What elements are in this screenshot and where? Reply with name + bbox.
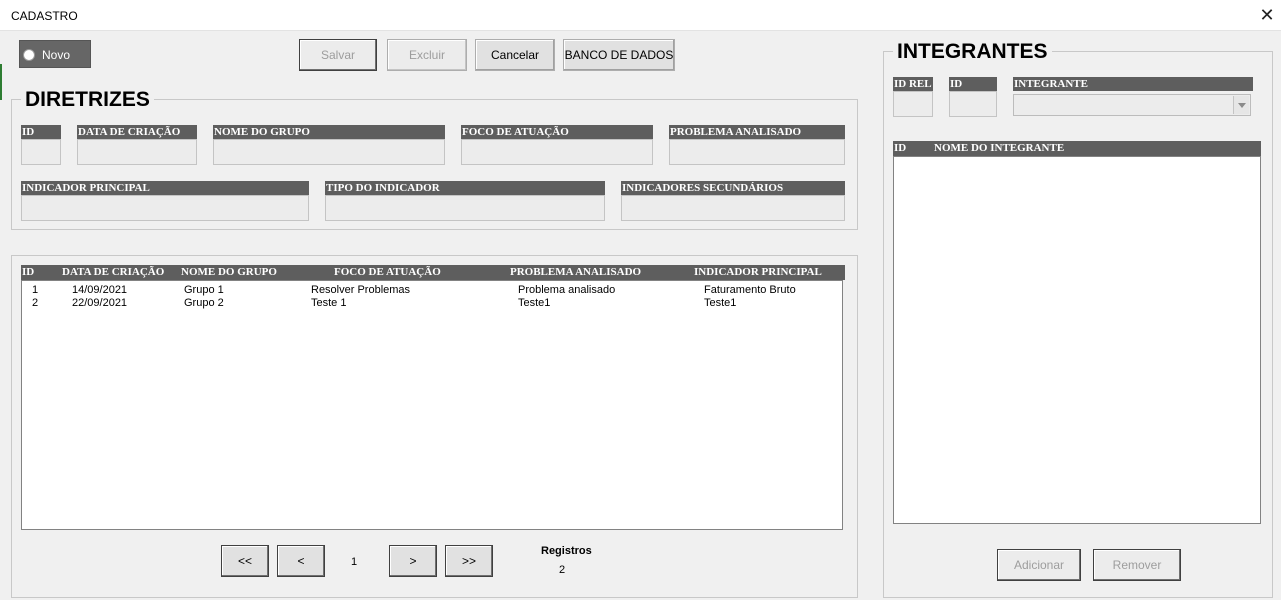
row-indicador-principal: Teste1 (704, 297, 737, 309)
col-header-nome-integrante: NOME DO INTEGRANTE (934, 142, 1065, 154)
col-header-integrante-id: ID (894, 142, 907, 154)
registros-count: 2 (559, 564, 566, 576)
row-foco-atuacao: Teste 1 (311, 297, 347, 309)
row-foco-atuacao: Resolver Problemas (311, 284, 411, 296)
row-nome-grupo: Grupo 1 (184, 284, 224, 296)
field-label-tipo-indicador: TIPO DO INDICADOR (325, 181, 605, 195)
field-label-nome-grupo: NOME DO GRUPO (213, 125, 445, 139)
col-header-indicador-principal: INDICADOR PRINCIPAL (694, 266, 822, 278)
row-problema-analisado: Problema analisado (518, 284, 616, 296)
adicionar-button[interactable]: Adicionar (997, 549, 1081, 581)
first-page-button[interactable]: << (221, 545, 269, 577)
field-label-id: ID (21, 125, 61, 139)
foco-atuacao-field[interactable] (461, 139, 653, 165)
field-label-data-criacao: DATA DE CRIAÇÃO (77, 125, 197, 139)
integrante-id-field[interactable] (949, 91, 997, 117)
last-page-button[interactable]: >> (445, 545, 493, 577)
page-number: 1 (351, 556, 358, 568)
integrantes-title: INTEGRANTES (893, 40, 1052, 64)
row-id: 1 (32, 284, 39, 296)
row-nome-grupo: Grupo 2 (184, 297, 224, 309)
id-rel-field[interactable] (893, 91, 933, 117)
col-header-problema-analisado: PROBLEMA ANALISADO (510, 266, 642, 278)
records-listbox[interactable]: 1 14/09/2021 Grupo 1 Resolver Problemas … (21, 280, 843, 530)
radio-icon[interactable] (23, 49, 35, 61)
close-icon[interactable]: ✕ (1255, 3, 1279, 27)
field-label-id-rel: ID REL (893, 77, 933, 91)
next-page-button[interactable]: > (389, 545, 437, 577)
col-header-foco-atuacao: FOCO DE ATUAÇÃO (334, 266, 441, 278)
integrantes-list-header: ID NOME DO INTEGRANTE (893, 141, 1261, 156)
tipo-indicador-field[interactable] (325, 195, 605, 221)
integrantes-listbox[interactable] (893, 156, 1261, 524)
integrante-combobox[interactable] (1013, 94, 1251, 116)
data-criacao-field[interactable] (77, 139, 197, 165)
col-header-id: ID (22, 266, 35, 278)
chevron-down-icon[interactable] (1233, 96, 1249, 114)
diretrizes-title: DIRETRIZES (21, 88, 154, 112)
row-indicador-principal: Faturamento Bruto (704, 284, 796, 296)
excluir-button[interactable]: Excluir (387, 39, 467, 71)
indicadores-secundarios-field[interactable] (621, 195, 845, 221)
novo-label: Novo (42, 48, 71, 62)
novo-radio-button[interactable]: Novo (19, 40, 91, 68)
id-field[interactable] (21, 139, 61, 165)
row-problema-analisado: Teste1 (518, 297, 551, 309)
cancelar-button[interactable]: Cancelar (475, 39, 555, 71)
field-label-integrante: INTEGRANTE (1013, 77, 1253, 91)
prev-page-button[interactable]: < (277, 545, 325, 577)
remover-button[interactable]: Remover (1093, 549, 1181, 581)
window-titlebar: CADASTRO ✕ (0, 0, 1281, 31)
problema-analisado-field[interactable] (669, 139, 845, 165)
records-list-header: ID DATA DE CRIAÇÃO NOME DO GRUPO FOCO DE… (21, 265, 845, 280)
col-header-nome-grupo: NOME DO GRUPO (181, 266, 277, 278)
row-data-criacao: 14/09/2021 (72, 284, 128, 296)
row-id: 2 (32, 297, 39, 309)
window-edge-accent (0, 64, 2, 100)
field-label-indicadores-secundarios: INDICADORES SECUNDÁRIOS (621, 181, 845, 195)
registros-label: Registros (541, 545, 592, 557)
field-label-integrante-id: ID (949, 77, 997, 91)
indicador-principal-field[interactable] (21, 195, 309, 221)
field-label-foco-atuacao: FOCO DE ATUAÇÃO (461, 125, 653, 139)
field-label-problema-analisado: PROBLEMA ANALISADO (669, 125, 845, 139)
field-label-indicador-principal: INDICADOR PRINCIPAL (21, 181, 309, 195)
window-title: CADASTRO (11, 9, 78, 23)
row-data-criacao: 22/09/2021 (72, 297, 128, 309)
banco-de-dados-button[interactable]: BANCO DE DADOS (563, 39, 675, 71)
salvar-button[interactable]: Salvar (299, 39, 377, 71)
col-header-data-criacao: DATA DE CRIAÇÃO (62, 266, 165, 278)
nome-grupo-field[interactable] (213, 139, 445, 165)
